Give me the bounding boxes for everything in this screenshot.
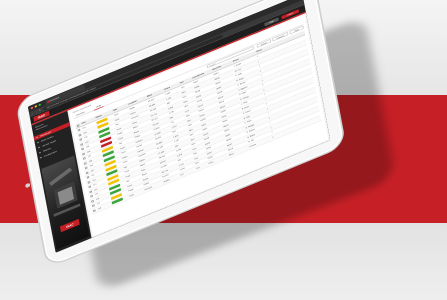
nav-bullet-icon	[38, 146, 40, 149]
nav-bullet-icon	[39, 151, 41, 154]
nav-bullet-icon	[40, 156, 42, 159]
cell-fuel: 74%	[195, 166, 201, 170]
cell-last: 03/11	[208, 160, 214, 165]
maximize-window-icon[interactable]	[38, 103, 42, 107]
cell-unit: 118	[97, 206, 102, 210]
close-window-icon[interactable]	[30, 106, 34, 110]
promo-logo: ISAC	[59, 218, 80, 233]
nav-bullet-icon	[36, 136, 38, 139]
minimize-window-icon[interactable]	[34, 104, 38, 108]
cell-miles: 30,662	[163, 178, 170, 184]
cell-next: 06/11	[228, 152, 234, 157]
cell-hours: 973	[180, 172, 185, 177]
nav-bullet-icon	[37, 141, 39, 144]
help-button-label: Help	[269, 20, 274, 24]
cell-alerts: 0	[272, 135, 274, 139]
cell-driver: V. Ross	[248, 143, 257, 148]
row-checkbox[interactable]	[92, 209, 96, 212]
cell-type: Truck	[128, 193, 135, 198]
